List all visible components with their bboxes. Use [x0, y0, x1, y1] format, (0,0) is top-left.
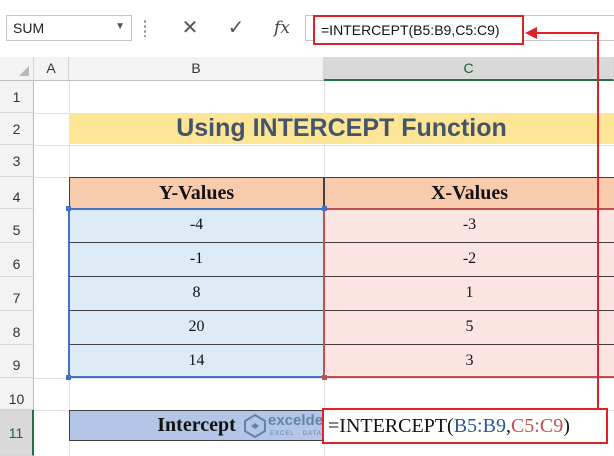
range-handle[interactable]	[66, 375, 71, 380]
sheet-title[interactable]: Using INTERCEPT Function	[69, 113, 614, 144]
cancel-icon[interactable]: ✕	[170, 15, 210, 41]
row-header-2[interactable]: 2	[0, 113, 34, 145]
formula-function: =INTERCEPT(	[328, 415, 454, 437]
select-all-icon	[19, 66, 29, 76]
intercept-formula-text: =INTERCEPT(B5:B9,C5:C9)	[328, 415, 570, 438]
formula-close: )	[563, 415, 570, 437]
column-header-c[interactable]: C	[324, 57, 614, 81]
name-box-value: SUM	[13, 20, 45, 36]
range-highlight-c5-c9	[323, 208, 614, 378]
header-x-values[interactable]: X-Values	[324, 177, 614, 209]
intercept-formula-cell[interactable]: =INTERCEPT(B5:B9,C5:C9)	[322, 408, 608, 444]
row-header-4[interactable]: 4	[0, 177, 34, 209]
range-highlight-b5-b9	[68, 208, 325, 378]
row-header-1[interactable]: 1	[0, 81, 34, 113]
row-header-3[interactable]: 3	[0, 145, 34, 177]
drag-handle-icon[interactable]	[143, 19, 147, 37]
formula-text: =INTERCEPT(B5:B9,C5:C9)	[321, 22, 500, 38]
row-header-5[interactable]: 5	[0, 209, 34, 243]
row-header-6[interactable]: 6	[0, 243, 34, 277]
fx-icon[interactable]: fx	[262, 15, 302, 41]
formula-ref-b: B5:B9	[453, 415, 506, 437]
formula-ref-c: C5:C9	[510, 415, 564, 437]
header-y-values[interactable]: Y-Values	[69, 177, 324, 209]
select-all-button[interactable]	[0, 57, 34, 81]
exceldemy-logo-icon	[244, 414, 266, 438]
range-handle[interactable]	[322, 375, 327, 380]
gridline	[34, 145, 614, 146]
enter-icon[interactable]: ✓	[216, 15, 256, 41]
row-header-7[interactable]: 7	[0, 277, 34, 311]
formula-bar: SUM ▼ ✕ ✓ fx =INTERCEPT(B5:B9,C5:C9)	[0, 0, 614, 57]
formula-input[interactable]: =INTERCEPT(B5:B9,C5:C9)	[313, 15, 524, 45]
row-header-11[interactable]: 11	[0, 410, 34, 456]
column-header-a[interactable]: A	[34, 57, 69, 81]
column-header-b[interactable]: B	[69, 57, 324, 81]
row-header-9[interactable]: 9	[0, 345, 34, 378]
range-handle[interactable]	[322, 206, 327, 211]
dropdown-arrow-icon[interactable]: ▼	[115, 21, 125, 32]
row-header-8[interactable]: 8	[0, 311, 34, 345]
row-header-10[interactable]: 10	[0, 378, 34, 410]
name-box[interactable]: SUM ▼	[6, 15, 132, 41]
range-handle[interactable]	[66, 206, 71, 211]
